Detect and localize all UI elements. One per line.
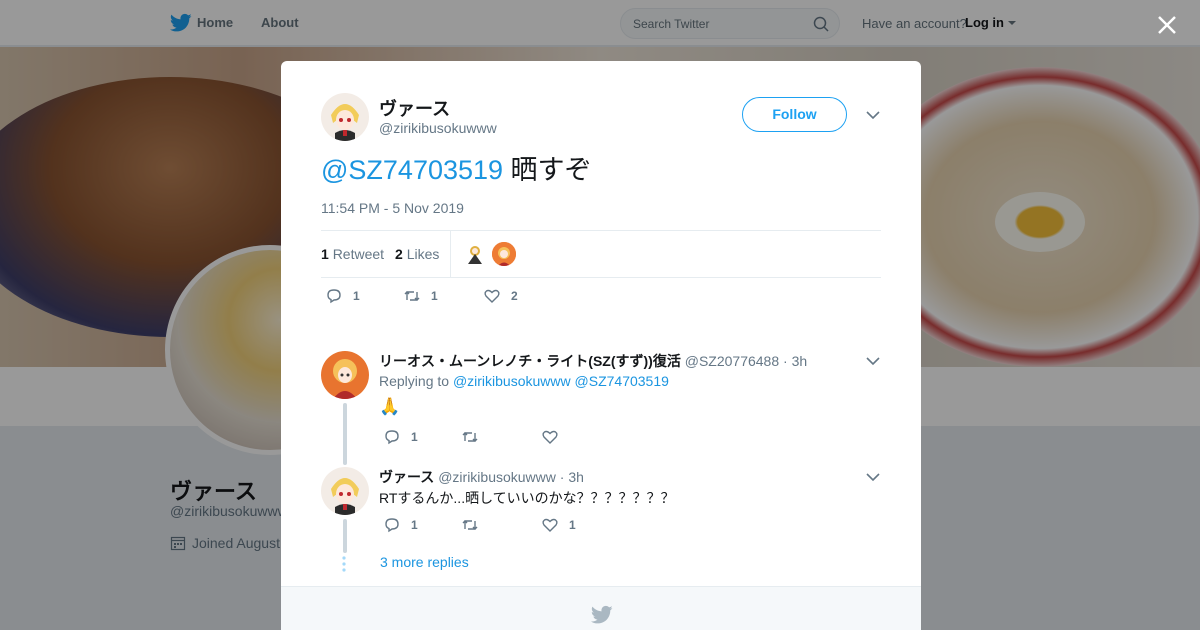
reply-icon [385, 430, 399, 445]
reply-action[interactable]: 1 [383, 428, 418, 446]
reply-text: 🙏 [379, 397, 401, 416]
modal-footer [281, 586, 921, 630]
close-icon[interactable] [1154, 12, 1180, 38]
retweet-stat-label: Retweet [332, 246, 385, 262]
reply-author-handle[interactable]: @SZ20776488 [685, 353, 779, 369]
reply-icon [327, 289, 341, 304]
anime-avatar-image [321, 351, 369, 399]
anime-avatar-image [321, 93, 369, 141]
replying-to-label: Replying to [379, 373, 450, 389]
liker-avatar-image [492, 242, 516, 266]
follow-button[interactable]: Follow [742, 97, 847, 132]
tweet-stats: 1 Retweet 2 Likes [321, 230, 881, 278]
reply-count: 1 [411, 518, 418, 532]
retweet-count: 1 [321, 246, 329, 262]
retweet-action[interactable] [461, 516, 489, 534]
like-action[interactable]: 1 [541, 516, 576, 534]
author-avatar[interactable] [321, 93, 369, 141]
chevron-down-icon[interactable] [865, 109, 881, 121]
retweet-icon [462, 432, 478, 442]
chevron-down-icon[interactable] [865, 355, 881, 367]
thread-line [343, 403, 347, 465]
author-name[interactable]: ヴァース [379, 95, 450, 121]
more-replies-link[interactable]: 3 more replies [380, 554, 469, 570]
chevron-down-icon[interactable] [865, 471, 881, 483]
heart-icon [542, 518, 558, 532]
liker-avatar-image [463, 242, 487, 266]
replying-to-link[interactable]: @SZ74703519 [575, 373, 669, 389]
reply-header: ヴァース @zirikibusokuwww · 3h [379, 467, 584, 487]
replying-to: Replying to @zirikibusokuwww @SZ74703519 [379, 373, 669, 389]
retweet-action-count: 1 [431, 289, 438, 303]
reply-item[interactable]: リーオス・ムーンレノチ・ライト(SZ(すず))復活 @SZ20776488 · … [321, 351, 881, 465]
author-handle[interactable]: @zirikibusokuwww [379, 120, 497, 136]
tweet-mention-link[interactable]: @SZ74703519 [321, 155, 503, 185]
reply-time[interactable]: 3h [792, 353, 808, 369]
reply-avatar[interactable] [321, 467, 369, 515]
reply-avatar[interactable] [321, 351, 369, 399]
likes-stat[interactable]: 2 Likes [395, 246, 439, 262]
reply-icon [385, 518, 399, 533]
retweet-action[interactable] [461, 428, 489, 446]
reply-author-handle[interactable]: @zirikibusokuwww [438, 469, 556, 485]
reply-time[interactable]: 3h [568, 469, 584, 485]
thread-line [343, 519, 347, 553]
like-action[interactable]: 2 [483, 287, 518, 305]
liker-avatar[interactable] [492, 242, 516, 266]
retweet-icon [404, 291, 420, 301]
stats-divider [450, 231, 451, 278]
retweet-stat[interactable]: 1 Retweet [321, 246, 384, 262]
likes-count: 2 [395, 246, 403, 262]
like-action[interactable] [541, 428, 569, 446]
retweet-icon [462, 520, 478, 530]
like-action-count: 2 [511, 289, 518, 303]
anime-avatar-image [321, 467, 369, 515]
retweet-action[interactable]: 1 [403, 287, 438, 305]
more-replies-dots-icon [342, 556, 346, 572]
tweet-timestamp[interactable]: 11:54 PM - 5 Nov 2019 [321, 200, 464, 216]
likes-stat-label: Likes [406, 246, 440, 262]
reply-count: 1 [353, 289, 360, 303]
tweet-text: @SZ74703519 晒すぞ [321, 153, 592, 187]
separator-dot: · [559, 469, 565, 485]
reply-header: リーオス・ムーンレノチ・ライト(SZ(すず))復活 @SZ20776488 · … [379, 351, 807, 371]
reply-action[interactable]: 1 [383, 516, 418, 534]
replying-to-link[interactable]: @zirikibusokuwww [453, 373, 571, 389]
reply-action[interactable]: 1 [325, 287, 360, 305]
heart-icon [542, 430, 558, 444]
liker-avatar[interactable] [463, 242, 487, 266]
twitter-bird-icon [591, 605, 613, 624]
reply-item[interactable]: ヴァース @zirikibusokuwww · 3h RTするんか...晒してい… [321, 467, 881, 557]
reply-count: 1 [411, 430, 418, 444]
reply-author-name[interactable]: ヴァース [379, 469, 434, 485]
tweet-modal: ヴァース @zirikibusokuwww Follow @SZ74703519… [281, 61, 921, 630]
heart-icon [484, 289, 500, 303]
tweet-body-text: 晒すぞ [503, 155, 592, 185]
like-action-count: 1 [569, 518, 576, 532]
reply-text: RTするんか...晒していいのかな？？？？？？？ [379, 490, 675, 506]
separator-dot: · [783, 353, 788, 369]
reply-author-name[interactable]: リーオス・ムーンレノチ・ライト(SZ(すず))復活 [379, 353, 681, 369]
